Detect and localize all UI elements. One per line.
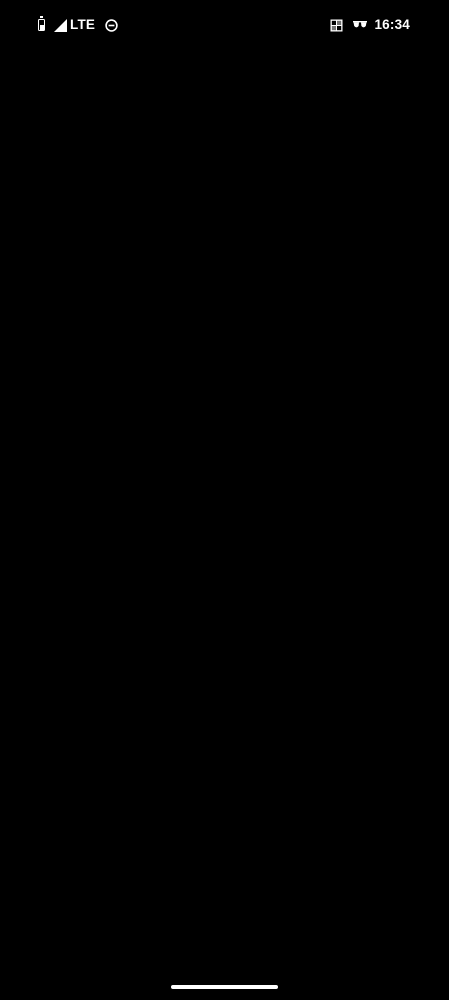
- home-indicator[interactable]: [171, 985, 278, 989]
- status-bar: LTE 16:34: [0, 0, 449, 50]
- app-notification-icon: [330, 19, 343, 31]
- screen: LTE 16:34: [0, 0, 449, 1000]
- battery-icon: [38, 16, 45, 31]
- network-type-label: LTE: [70, 17, 96, 32]
- incognito-icon: [353, 21, 368, 28]
- status-bar-right: 16:34: [330, 16, 410, 34]
- do-not-disturb-icon: [105, 18, 118, 32]
- status-bar-left: LTE: [38, 16, 118, 34]
- clock: 16:34: [374, 17, 410, 32]
- signal-icon: [54, 18, 67, 32]
